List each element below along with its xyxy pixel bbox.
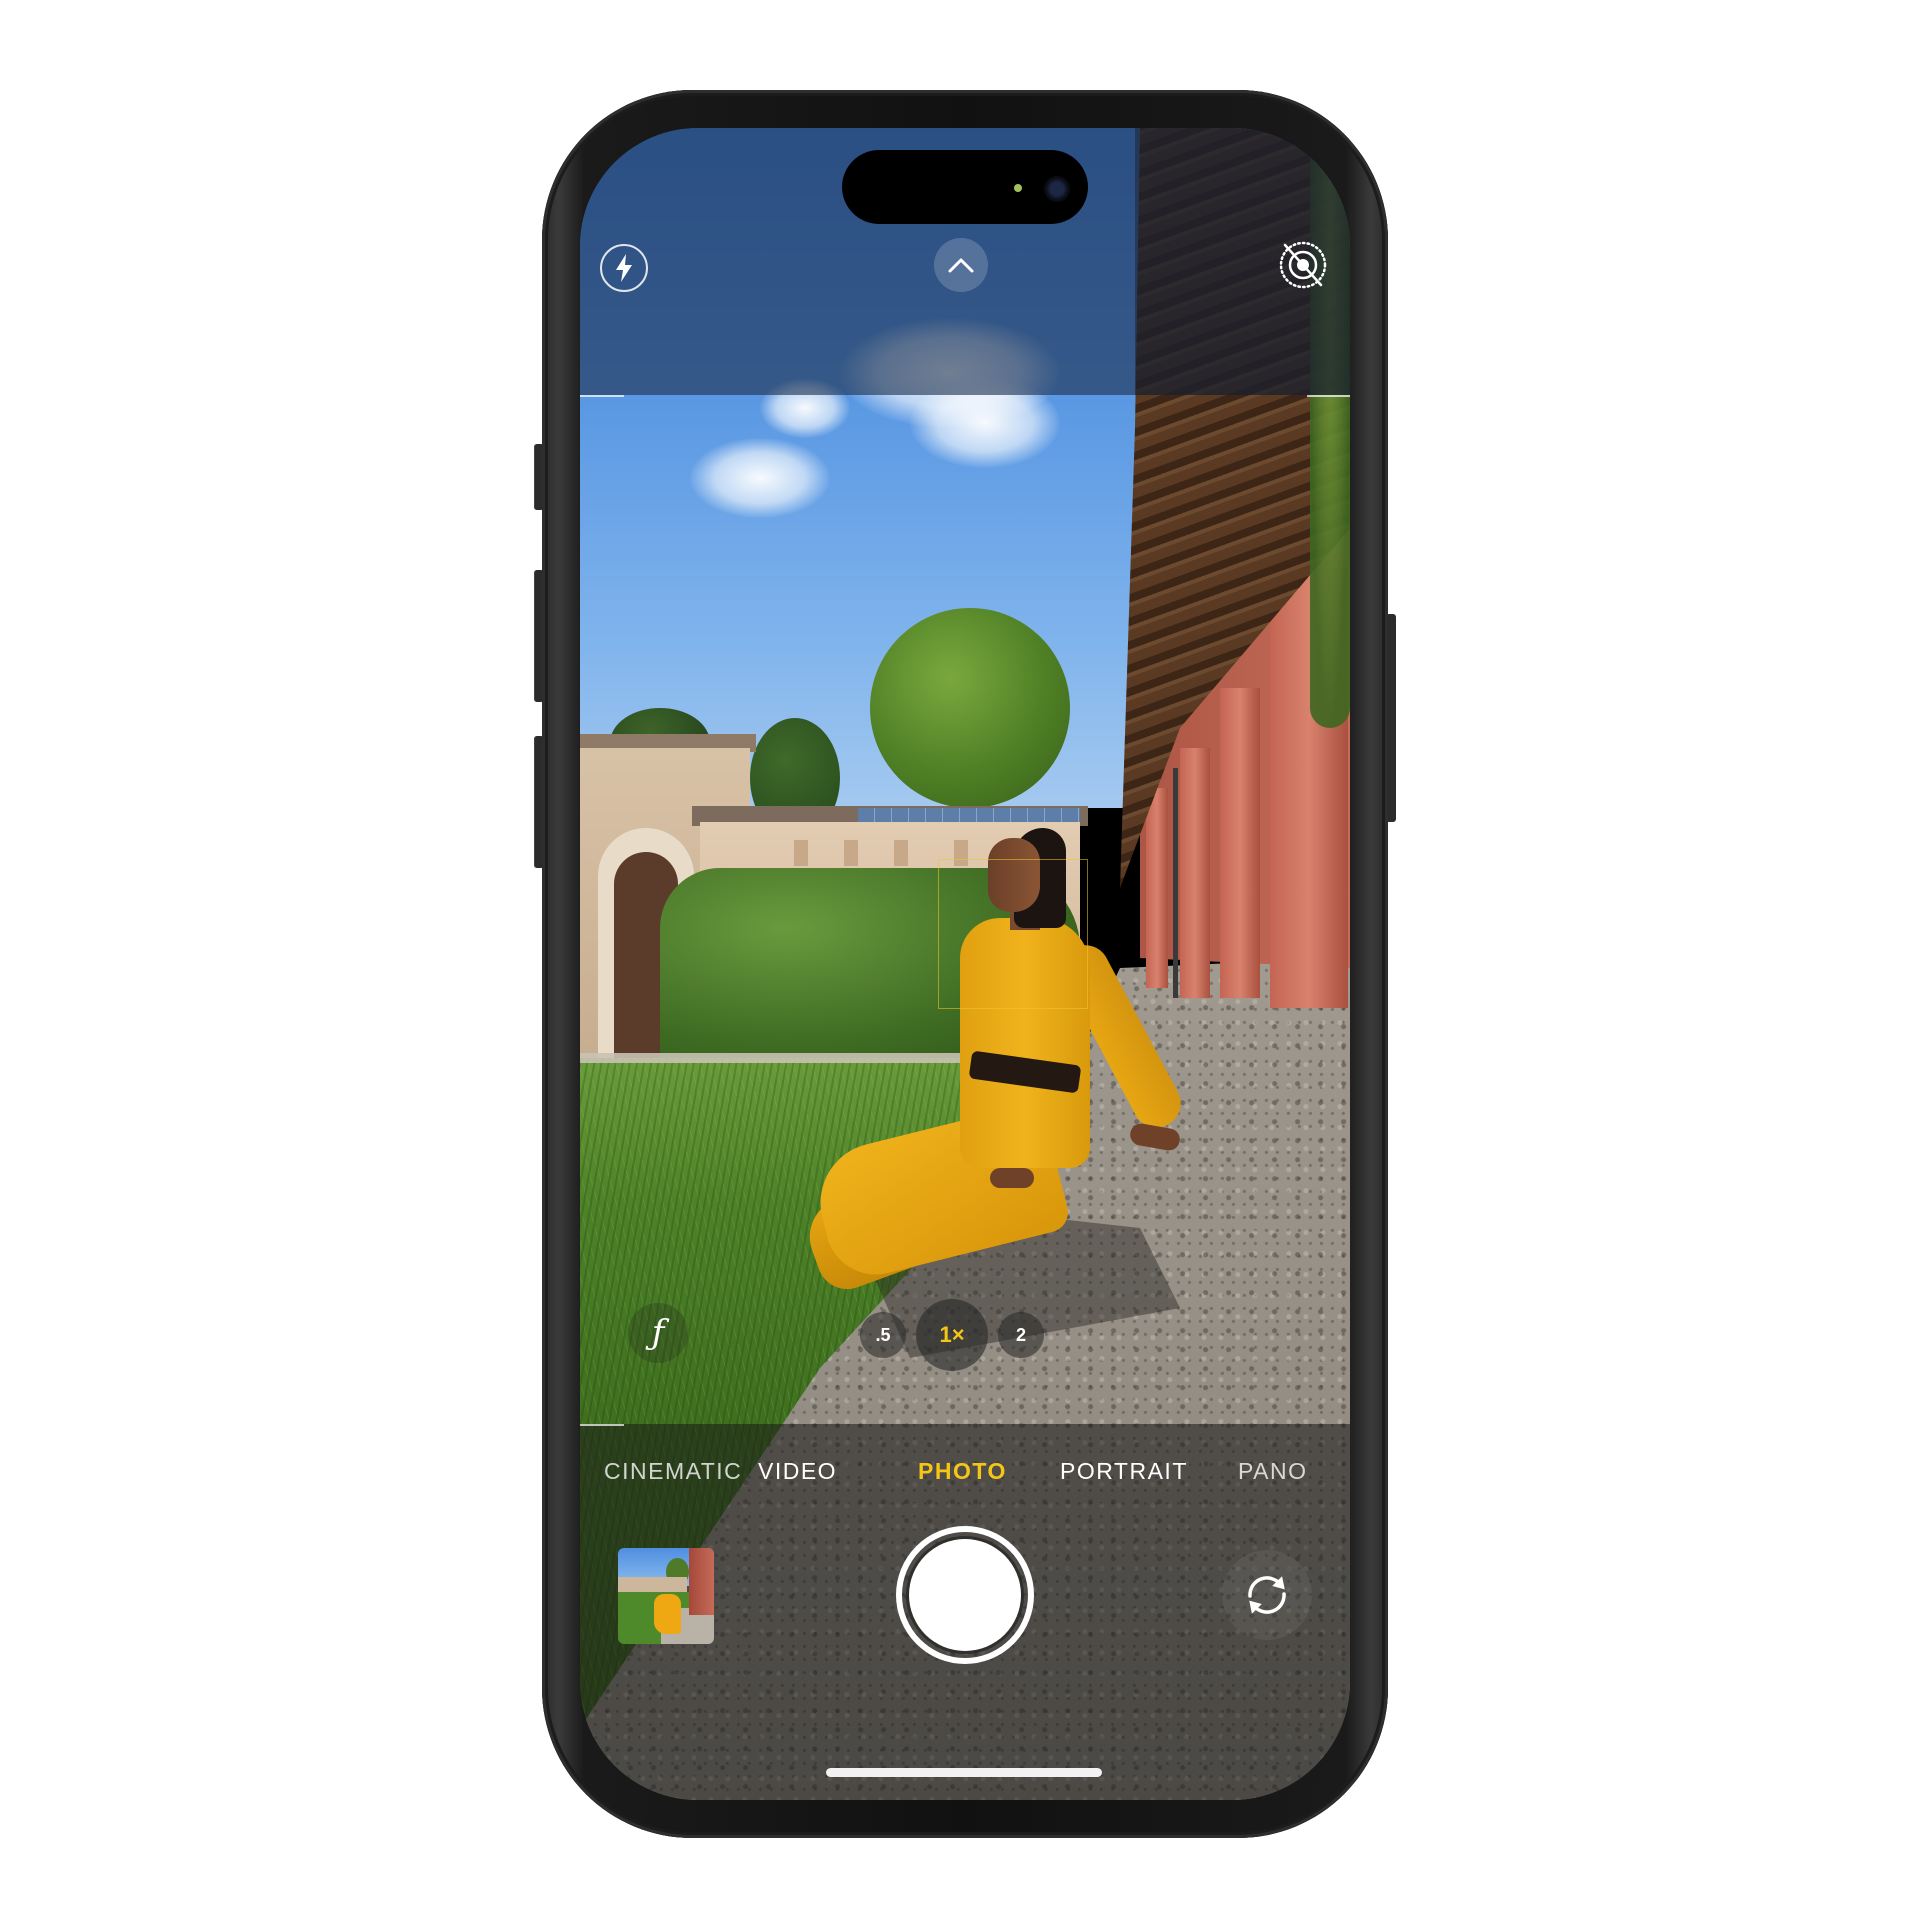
screen: ƒ .5 1× 2 CINEMATIC VIDEO PHOTO PORTRAIT…: [580, 128, 1350, 1800]
subject-hand: [990, 1168, 1034, 1188]
thumbnail-subject: [654, 1594, 682, 1635]
zoom-selector: .5 1× 2: [860, 1299, 1044, 1371]
window: [844, 840, 858, 866]
aperture-button[interactable]: ƒ: [628, 1303, 688, 1363]
mode-portrait[interactable]: PORTRAIT: [1060, 1458, 1188, 1485]
mode-selector: CINEMATIC VIDEO PHOTO PORTRAIT PANO: [580, 1458, 1350, 1494]
shutter-button[interactable]: [896, 1526, 1034, 1664]
mode-video[interactable]: VIDEO: [758, 1458, 837, 1485]
viewfinder-corner: [580, 1404, 624, 1426]
viewfinder-corner: [580, 395, 624, 417]
pillar: [1146, 788, 1168, 988]
mode-cinematic[interactable]: CINEMATIC: [604, 1458, 742, 1485]
window: [794, 840, 808, 866]
window: [894, 840, 908, 866]
front-camera-lens: [1044, 176, 1070, 202]
zoom-label: 2: [1015, 1324, 1026, 1345]
live-photo-button[interactable]: [1278, 240, 1328, 290]
thumbnail-wall: [689, 1548, 714, 1616]
zoom-2x-button[interactable]: 2: [998, 1312, 1044, 1358]
zoom-0.5x-button[interactable]: .5: [860, 1312, 906, 1358]
camera-in-use-indicator: [1014, 184, 1022, 192]
cloud: [690, 438, 830, 518]
flash-button[interactable]: [600, 244, 648, 292]
controls-toggle-button[interactable]: [934, 238, 988, 292]
switch-camera-button[interactable]: [1222, 1550, 1312, 1640]
shutter-inner: [909, 1539, 1021, 1651]
chevron-up-icon: [948, 258, 974, 273]
face-focus-box: [938, 859, 1088, 1009]
solar-panels: [858, 808, 1080, 822]
pillar: [1180, 748, 1210, 998]
drainpipe: [1173, 768, 1178, 998]
mode-photo[interactable]: PHOTO: [918, 1458, 1007, 1485]
thumbnail-building: [618, 1576, 688, 1593]
aperture-icon: ƒ: [651, 1313, 665, 1353]
pillar: [1220, 688, 1260, 998]
zoom-label: 1×: [939, 1322, 965, 1347]
tree: [870, 608, 1070, 808]
viewfinder-corner: [1307, 395, 1350, 417]
zoom-label: .5: [875, 1324, 891, 1345]
live-photo-off-icon: [1279, 241, 1327, 289]
zoom-1x-button[interactable]: 1×: [916, 1299, 988, 1371]
camera-flip-icon: [1248, 1576, 1286, 1614]
last-photo-thumbnail[interactable]: [618, 1548, 714, 1644]
flash-icon: [616, 254, 632, 282]
home-indicator[interactable]: [826, 1768, 1102, 1777]
mode-pano[interactable]: PANO: [1238, 1458, 1307, 1485]
